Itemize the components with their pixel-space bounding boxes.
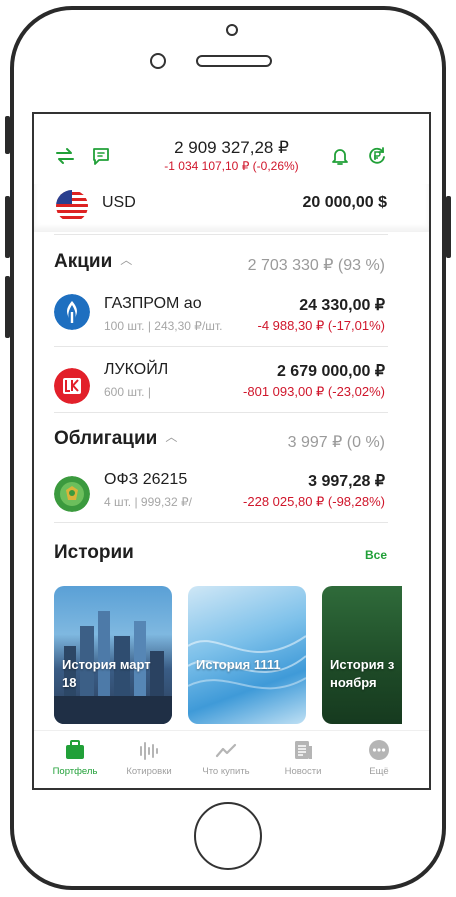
tab-what-to-buy[interactable]: Что купить [191, 737, 261, 777]
asset-name: ОФЗ 26215 [104, 471, 188, 488]
divider [54, 234, 388, 235]
story-label: История 1111 [196, 657, 281, 672]
city-skyline-image [54, 611, 172, 724]
bell-icon[interactable] [329, 145, 351, 167]
bottom-tab-bar: Портфель Котировки Что купить Новости Ещ… [34, 730, 429, 788]
wave-pattern-image [188, 635, 306, 690]
divider [54, 412, 388, 413]
asset-change: -4 988,30 ₽ (-17,01%) [257, 318, 385, 333]
tab-news[interactable]: Новости [268, 737, 338, 777]
story-card[interactable]: История март 18 [54, 586, 172, 724]
story-card[interactable]: История 1111 [188, 586, 306, 724]
asset-change: -228 025,80 ₽ (-98,28%) [243, 494, 385, 509]
quotes-icon [140, 742, 158, 760]
asset-quantity: 100 шт. | 243,30 ₽/шт. [104, 319, 223, 333]
bonds-section-total: 3 997 ₽ (0 %) [287, 434, 385, 451]
asset-quantity: 600 шт. | [104, 385, 151, 399]
earpiece-speaker [196, 55, 272, 67]
usa-flag-icon [56, 190, 88, 222]
section-title: Акции [54, 251, 113, 272]
news-icon [295, 741, 312, 759]
stories-all-link[interactable]: Все [365, 548, 387, 562]
story-card[interactable]: История з ноября [322, 586, 402, 724]
asset-value: 2 679 000,00 ₽ [276, 363, 385, 380]
tab-label: Новости [284, 766, 322, 777]
side-button-volume-down [5, 276, 10, 338]
side-button-volume-up [5, 196, 10, 258]
tab-label: Котировки [126, 766, 172, 777]
ofz-emblem-icon [54, 476, 90, 512]
currency-name: USD [102, 194, 136, 211]
divider [54, 346, 388, 347]
front-camera [150, 53, 166, 69]
currency-value: 20 000,00 $ [302, 194, 387, 211]
chevron-up-icon: ︿ [120, 253, 133, 267]
briefcase-icon [66, 740, 84, 759]
tab-portfolio[interactable]: Портфель [40, 737, 110, 777]
more-icon [369, 740, 389, 760]
ruble-refresh-icon[interactable] [366, 145, 388, 167]
home-button[interactable] [194, 802, 262, 870]
bonds-section-header[interactable]: Облигации ︿ [54, 428, 177, 450]
asset-value: 3 997,28 ₽ [308, 473, 385, 490]
chevron-up-icon: ︿ [165, 430, 178, 444]
divider [54, 522, 388, 523]
asset-quantity: 4 шт. | 999,32 ₽/ [104, 495, 192, 509]
asset-name: ЛУКОЙЛ [104, 361, 169, 378]
tab-more[interactable]: Ещё [344, 737, 414, 777]
currency-row-usd[interactable]: USD 20 000,00 $ [34, 184, 429, 232]
side-button-mute [5, 116, 10, 154]
tab-quotes[interactable]: Котировки [114, 737, 184, 777]
app-screen: 2 909 327,28 ₽ -1 034 107,10 ₽ (-0,26%) … [32, 112, 431, 790]
lukoil-logo-icon [54, 368, 90, 404]
gazprom-logo-icon [54, 294, 90, 330]
tab-label: Что купить [202, 766, 250, 777]
story-label: История март 18 [62, 657, 151, 690]
side-button-power [446, 196, 451, 258]
asset-name: ГАЗПРОМ ао [104, 295, 202, 312]
tab-label: Ещё [369, 766, 389, 777]
tab-label: Портфель [52, 766, 98, 777]
asset-value: 24 330,00 ₽ [299, 297, 385, 314]
story-label: История з ноября [330, 657, 395, 690]
stocks-section-header[interactable]: Акции ︿ [54, 251, 132, 273]
asset-change: -801 093,00 ₽ (-23,02%) [243, 384, 385, 399]
sensor-dot [226, 24, 238, 36]
stories-title: Истории [54, 542, 134, 563]
stocks-section-total: 2 703 330 ₽ (93 %) [247, 257, 385, 274]
section-title: Облигации [54, 428, 158, 449]
trend-icon [215, 743, 237, 758]
portfolio-header: 2 909 327,28 ₽ -1 034 107,10 ₽ (-0,26%) [34, 114, 429, 188]
